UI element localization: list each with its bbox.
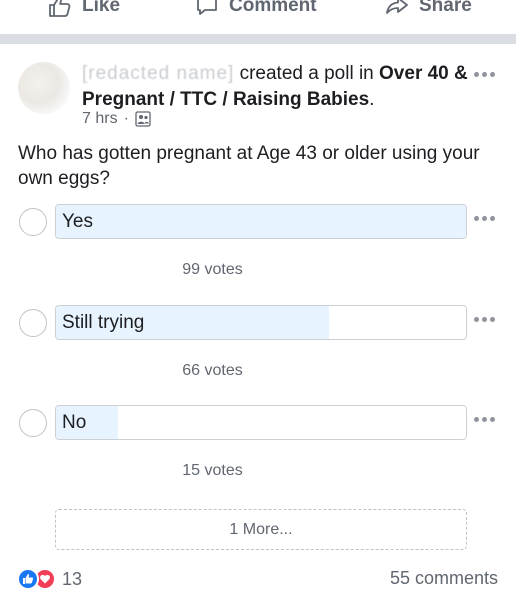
avatar[interactable] xyxy=(18,62,70,114)
post-more-options-icon[interactable] xyxy=(474,72,498,77)
thumbs-up-icon xyxy=(49,0,71,17)
comment-bubble-icon xyxy=(197,0,217,15)
poll-option-label: No xyxy=(62,412,87,433)
post-meta: 7 hrs · xyxy=(82,110,151,128)
poll-option-label: Yes xyxy=(62,211,93,232)
poll-option: No 15 votes xyxy=(0,405,516,505)
poll-option: Yes 99 votes xyxy=(0,204,516,304)
poll-option-bar[interactable]: No xyxy=(55,405,467,440)
poll-option-votes[interactable]: 99 votes xyxy=(0,261,425,279)
post-action-bar: Like Comment Share xyxy=(0,0,516,34)
comment-button[interactable]: Comment xyxy=(195,0,317,18)
like-label: Like xyxy=(82,0,121,16)
poll-option-bar[interactable]: Still trying xyxy=(55,305,467,340)
group-suffix: . xyxy=(369,89,375,110)
poll-option-radio[interactable] xyxy=(19,409,47,437)
feed-separator xyxy=(0,34,516,44)
poll-option-votes[interactable]: 66 votes xyxy=(0,362,425,380)
post-header: [redacted name] created a poll in Over 4… xyxy=(0,44,516,139)
reactions-summary[interactable]: 13 xyxy=(17,568,82,590)
post-footer: 13 55 comments xyxy=(0,564,516,594)
poll-option-radio[interactable] xyxy=(19,208,47,236)
option-more-icon[interactable] xyxy=(474,417,498,422)
post-timestamp[interactable]: 7 hrs xyxy=(82,110,118,128)
option-more-icon[interactable] xyxy=(474,317,498,322)
like-button[interactable]: Like xyxy=(48,0,120,18)
comments-count-link[interactable]: 55 comments xyxy=(390,568,498,589)
post-author-line: [redacted name] created a poll in Over 4… xyxy=(82,61,472,113)
poll-option-fill xyxy=(56,205,466,238)
poll-more-options-button[interactable]: 1 More... xyxy=(55,509,467,550)
reaction-count: 13 xyxy=(62,568,83,589)
poll-option-label: Still trying xyxy=(62,312,145,333)
option-more-icon[interactable] xyxy=(474,216,498,221)
share-arrow-icon xyxy=(386,0,408,14)
poll-option-radio[interactable] xyxy=(19,309,47,337)
author-name[interactable]: [redacted name] xyxy=(82,63,234,84)
group-members-icon xyxy=(135,111,151,127)
share-label: Share xyxy=(419,0,472,16)
share-button[interactable]: Share xyxy=(385,0,472,18)
action-text: created a poll in xyxy=(239,63,374,84)
poll-option: Still trying 66 votes xyxy=(0,305,516,405)
like-reaction-icon xyxy=(17,568,39,590)
meta-dot: · xyxy=(123,110,129,127)
comment-label: Comment xyxy=(229,0,317,16)
poll-option-votes[interactable]: 15 votes xyxy=(0,462,425,480)
poll-option-bar[interactable]: Yes xyxy=(55,204,467,239)
poll-question: Who has gotten pregnant at Age 43 or old… xyxy=(18,143,480,189)
